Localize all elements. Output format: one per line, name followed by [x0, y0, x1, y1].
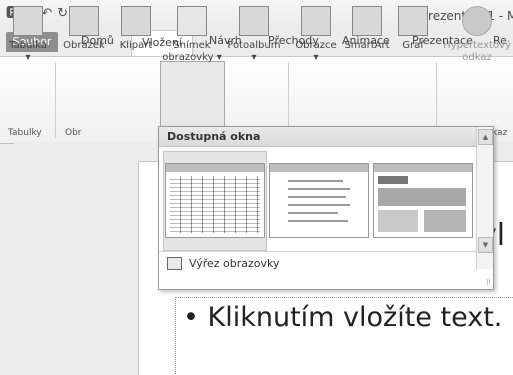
obrazek-button[interactable]: Obrázek [58, 6, 110, 52]
tabulka-button[interactable]: Tabulka ▾ [6, 6, 50, 64]
photo-album-icon [239, 6, 269, 36]
hypertextovy-odkaz-button[interactable]: Hypertextový odkaz [441, 6, 513, 64]
obrazce-button[interactable]: Obrazce ▾ [293, 6, 339, 64]
group-separator [55, 62, 56, 138]
chart-icon [398, 6, 428, 36]
klipart-button[interactable]: Klipart [114, 6, 158, 52]
group-label-tabulky: Tabulky [8, 128, 42, 138]
picture-icon [69, 6, 99, 36]
resize-grip-icon[interactable]: ⠿ [486, 279, 491, 287]
available-windows-dropdown: Dostupná okna ▲ ▼ Výřez obrazovky ⠿ [158, 126, 494, 290]
shapes-icon [301, 6, 331, 36]
group-label-odkazy: kaz [492, 128, 508, 138]
graf-button[interactable]: Graf [396, 6, 430, 52]
snimek-obrazovky-button[interactable]: Snímek obrazovky ▾ [161, 6, 223, 64]
group-label-obrazky: Obr [65, 128, 82, 138]
screen-clipping-button[interactable]: Výřez obrazovky [159, 251, 493, 276]
fotoalbum-button[interactable]: Fotoalbum ▾ [224, 6, 284, 64]
available-windows-header: Dostupná okna [159, 127, 477, 147]
snimek-obrazovky-highlight [160, 61, 225, 130]
clipart-icon [121, 6, 151, 36]
excel-window-thumbnail[interactable] [165, 163, 265, 238]
table-icon [13, 6, 43, 36]
scroll-up-icon[interactable]: ▲ [478, 129, 493, 145]
smartart-button[interactable]: SmartArt [341, 6, 393, 52]
screenshot-icon [177, 6, 207, 36]
browser-window-thumbnail[interactable] [373, 163, 473, 238]
hyperlink-icon [462, 6, 492, 36]
word-window-thumbnail[interactable] [269, 163, 369, 238]
placeholder-border [175, 297, 513, 298]
screen-clipping-label: Výřez obrazovky [189, 257, 280, 270]
bullet-text[interactable]: • Kliknutím vložíte text. [183, 302, 502, 333]
gallery-scrollbar[interactable]: ▲ ▼ [476, 127, 493, 269]
screen-clipping-icon [167, 257, 182, 270]
smartart-icon [352, 6, 382, 36]
